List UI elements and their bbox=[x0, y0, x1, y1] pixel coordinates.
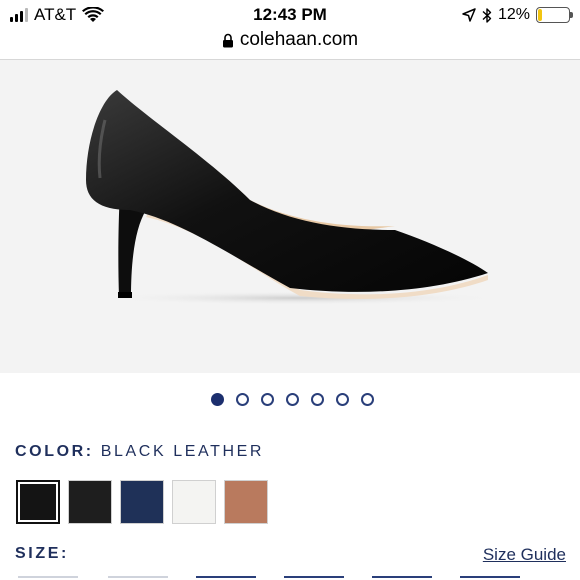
swatch-black-textured[interactable] bbox=[68, 480, 112, 524]
url-text: colehaan.com bbox=[239, 29, 359, 50]
swatch-black-leather[interactable] bbox=[16, 480, 60, 524]
size-option[interactable] bbox=[108, 576, 168, 578]
size-label: SIZE: bbox=[15, 545, 69, 562]
size-option[interactable] bbox=[18, 576, 78, 578]
color-value: BLACK LEATHER bbox=[100, 443, 265, 460]
lock-icon bbox=[222, 33, 233, 47]
carousel-dot[interactable] bbox=[210, 393, 224, 406]
size-option[interactable] bbox=[460, 576, 520, 578]
shoe-image bbox=[86, 90, 500, 305]
swatch-rose-gold[interactable] bbox=[224, 480, 268, 524]
swatch-white[interactable] bbox=[172, 480, 216, 524]
size-options bbox=[0, 576, 580, 580]
swatch-color bbox=[121, 481, 163, 523]
location-arrow-icon bbox=[462, 8, 476, 22]
size-guide-link[interactable]: Size Guide bbox=[483, 545, 566, 565]
battery-level bbox=[538, 9, 542, 21]
carousel-dot[interactable] bbox=[260, 393, 274, 406]
status-bar: AT&T 12:43 PM 12% bbox=[0, 0, 580, 30]
bluetooth-icon bbox=[482, 7, 492, 23]
status-right: 12% bbox=[462, 5, 573, 25]
color-selection: COLOR: BLACK LEATHER bbox=[15, 443, 264, 461]
swatch-color bbox=[173, 481, 215, 523]
carousel-dot[interactable] bbox=[360, 393, 374, 406]
address-bar[interactable]: colehaan.com bbox=[0, 28, 580, 52]
swatch-navy[interactable] bbox=[120, 480, 164, 524]
size-option[interactable] bbox=[284, 576, 344, 578]
carousel-dot[interactable] bbox=[335, 393, 349, 406]
battery-percent: 12% bbox=[497, 6, 530, 23]
size-option[interactable] bbox=[372, 576, 432, 578]
carousel-dot[interactable] bbox=[235, 393, 249, 406]
swatch-color bbox=[69, 481, 111, 523]
carousel-dot[interactable] bbox=[285, 393, 299, 406]
carousel-dot[interactable] bbox=[310, 393, 324, 406]
carousel-dots bbox=[0, 393, 580, 406]
swatch-color bbox=[225, 481, 267, 523]
product-image[interactable] bbox=[0, 60, 580, 373]
swatch-color bbox=[20, 484, 56, 520]
size-option[interactable] bbox=[196, 576, 256, 578]
battery-icon bbox=[536, 7, 573, 23]
color-label: COLOR: bbox=[15, 443, 94, 460]
color-swatches bbox=[16, 480, 268, 524]
